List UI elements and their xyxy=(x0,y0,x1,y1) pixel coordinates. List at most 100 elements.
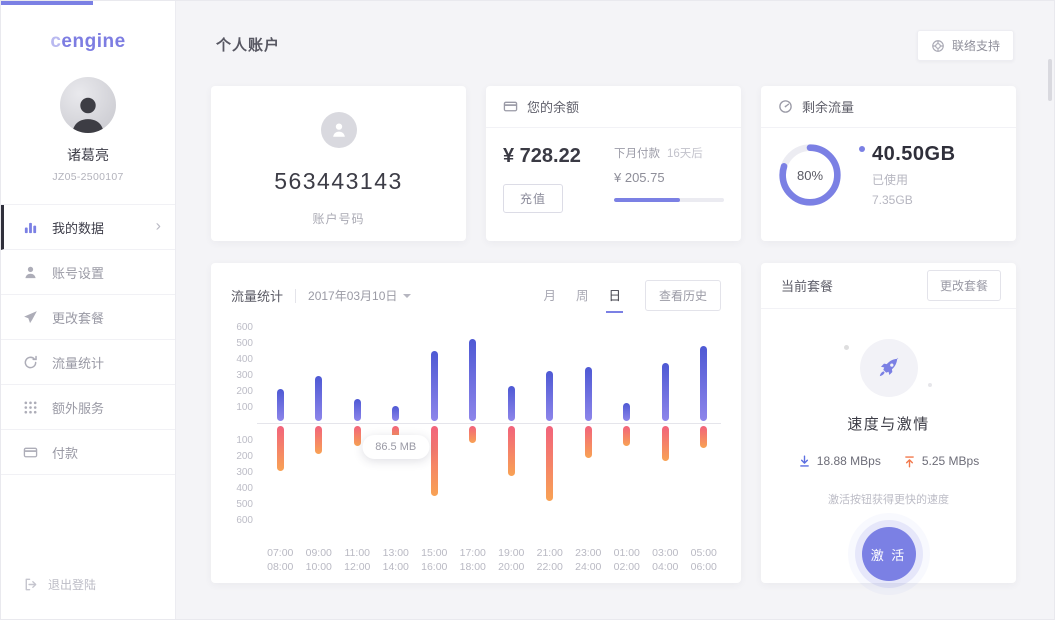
balance-title: 您的余额 xyxy=(527,97,579,116)
sidebar-item-3[interactable]: 流量统计 xyxy=(1,340,175,385)
decor-dot xyxy=(844,345,849,350)
y-tick: 600 xyxy=(236,515,253,526)
x-axis-label: 19:0020:00 xyxy=(492,546,531,574)
download-speed: 18.88 MBps xyxy=(798,454,881,468)
bar-upload[interactable] xyxy=(508,426,515,476)
upload-icon xyxy=(903,455,916,468)
sidebar-item-2[interactable]: 更改套餐 xyxy=(1,295,175,340)
bar-download[interactable] xyxy=(354,399,361,421)
bar-upload[interactable] xyxy=(431,426,438,496)
refresh-icon xyxy=(23,354,39,370)
download-icon xyxy=(798,455,811,468)
date-selector[interactable]: 2017年03月10日 xyxy=(308,287,411,304)
y-tick: 400 xyxy=(236,354,253,365)
plan-name: 速度与激情 xyxy=(761,413,1016,434)
x-axis-label: 13:0014:00 xyxy=(377,546,416,574)
chart-date: 2017年03月10日 xyxy=(308,287,397,304)
bar-upload[interactable] xyxy=(700,426,707,448)
chart-title: 流量统计 xyxy=(231,286,283,305)
y-tick: 300 xyxy=(236,370,253,381)
x-axis-label: 17:0018:00 xyxy=(454,546,493,574)
sidebar-item-label: 付款 xyxy=(52,443,78,462)
bar-download[interactable] xyxy=(662,363,669,421)
next-payment-amount: ¥ 205.75 xyxy=(614,170,724,185)
payment-progress-bar xyxy=(614,198,724,202)
used-label: 已使用 xyxy=(859,171,956,188)
plan-hint: 激活按钮获得更快的速度 xyxy=(761,491,1016,507)
tab-range-2[interactable]: 日 xyxy=(608,285,621,306)
balance-card: 您的余额 ¥ 728.22 充值 下月付款16天后 ¥ 205.75 xyxy=(486,86,741,241)
chart-columns: 86.5 MB xyxy=(261,327,723,520)
account-person-icon xyxy=(321,112,357,148)
sidebar-item-label: 账号设置 xyxy=(52,263,104,282)
bar-upload[interactable] xyxy=(354,426,361,446)
tab-range-0[interactable]: 月 xyxy=(543,285,556,306)
bar-chart-icon xyxy=(23,219,39,235)
x-axis-label: 09:0010:00 xyxy=(300,546,339,574)
y-tick: 100 xyxy=(236,435,253,446)
decor-dot xyxy=(928,383,932,387)
bar-download[interactable] xyxy=(585,367,592,421)
chart-range-tabs: 月周日 xyxy=(543,285,621,306)
sidebar: cengine 诸葛亮 JZ05-2500107 我的数据›账号设置更改套餐流量… xyxy=(1,1,176,619)
main-content: 个人账户 联络支持 563443143 账户号码 您的余额 xyxy=(176,1,1054,619)
sidebar-item-4[interactable]: 额外服务 xyxy=(1,385,175,430)
activate-button[interactable]: 激 活 xyxy=(862,527,916,581)
sidebar-item-5[interactable]: 付款 xyxy=(1,430,175,475)
used-value: 7.35GB xyxy=(859,193,956,207)
bar-download[interactable] xyxy=(623,403,630,421)
remaining-data-title: 剩余流量 xyxy=(802,97,854,116)
bullet-dot xyxy=(859,146,865,152)
bar-upload[interactable] xyxy=(585,426,592,458)
logo: cengine xyxy=(1,31,175,53)
view-history-button[interactable]: 查看历史 xyxy=(645,280,721,311)
bar-download[interactable] xyxy=(700,346,707,421)
support-button[interactable]: 联络支持 xyxy=(917,30,1014,61)
sidebar-item-1[interactable]: 账号设置 xyxy=(1,250,175,295)
remaining-data-card: 剩余流量 80% 40.50GB 已使用 7.35GB xyxy=(761,86,1016,241)
tab-range-1[interactable]: 周 xyxy=(576,285,589,306)
change-plan-button[interactable]: 更改套餐 xyxy=(927,270,1001,301)
sidebar-menu: 我的数据› 账号设置更改套餐流量统计额外服务付款 xyxy=(1,204,175,475)
rocket-badge xyxy=(860,339,918,397)
chart-plot-area: 600600500500400400300300200200100100 86.… xyxy=(215,327,723,520)
user-id: JZ05-2500107 xyxy=(1,171,175,183)
sidebar-item-label: 流量统计 xyxy=(52,353,104,372)
bar-download[interactable] xyxy=(392,406,399,421)
bar-download[interactable] xyxy=(469,339,476,421)
sidebar-item-0[interactable]: 我的数据› xyxy=(1,205,175,250)
balance-amount: ¥ 728.22 xyxy=(503,145,581,168)
bar-upload[interactable] xyxy=(623,426,630,446)
bar-upload[interactable] xyxy=(277,426,284,471)
data-donut-chart: 80% xyxy=(777,142,843,208)
upload-speed-value: 5.25 MBps xyxy=(922,454,979,468)
x-axis-label: 07:0008:00 xyxy=(261,546,300,574)
wallet-icon xyxy=(503,99,518,114)
bar-download[interactable] xyxy=(431,351,438,421)
sidebar-item-label: 更改套餐 xyxy=(52,308,104,327)
y-tick: 300 xyxy=(236,467,253,478)
current-plan-card: 当前套餐 更改套餐 速度与激情 18.88 MBps xyxy=(761,263,1016,583)
bar-upload[interactable] xyxy=(546,426,553,501)
dashboard-app: cengine 诸葛亮 JZ05-2500107 我的数据›账号设置更改套餐流量… xyxy=(0,0,1055,620)
bar-download[interactable] xyxy=(315,376,322,421)
scrollbar-thumb[interactable] xyxy=(1048,59,1052,101)
data-percent: 80% xyxy=(777,142,843,208)
bar-upload[interactable] xyxy=(469,426,476,443)
bar-download[interactable] xyxy=(508,386,515,421)
next-payment-label: 下月付款 xyxy=(614,148,660,160)
logout-button[interactable]: 退出登陆 xyxy=(23,576,96,593)
support-icon xyxy=(931,39,945,53)
caret-down-icon xyxy=(403,294,411,298)
person-icon xyxy=(23,264,39,280)
rocket-icon xyxy=(876,355,902,381)
x-axis-label: 21:0022:00 xyxy=(531,546,570,574)
bar-download[interactable] xyxy=(546,371,553,421)
recharge-button[interactable]: 充值 xyxy=(503,184,563,213)
bar-download[interactable] xyxy=(277,389,284,421)
bar-upload[interactable] xyxy=(662,426,669,461)
bar-upload[interactable] xyxy=(315,426,322,454)
chart-x-axis: 07:0008:0009:0010:0011:0012:0013:0014:00… xyxy=(215,546,723,574)
y-tick: 100 xyxy=(236,402,253,413)
y-tick: 200 xyxy=(236,451,253,462)
